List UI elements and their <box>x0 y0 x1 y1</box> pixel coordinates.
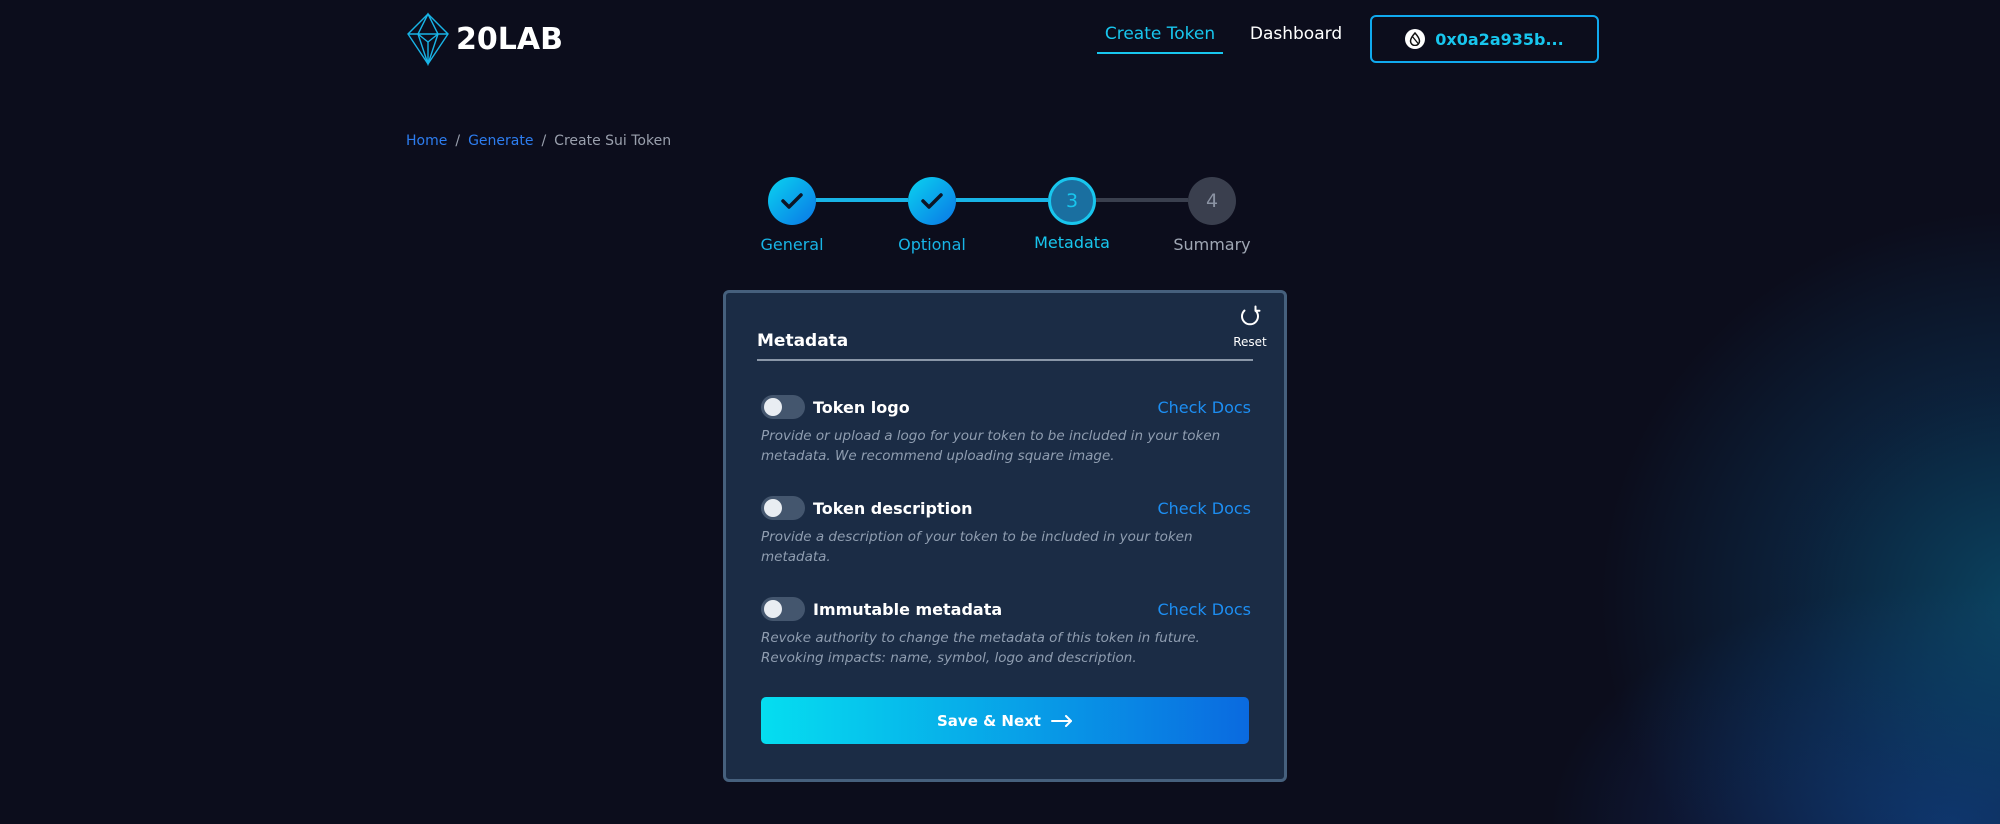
title-divider <box>757 359 1253 361</box>
check-icon <box>921 193 943 209</box>
token-logo-toggle[interactable] <box>761 395 805 419</box>
save-next-button[interactable]: Save & Next <box>761 697 1249 744</box>
option-token-description: Token description Check Docs Provide a d… <box>761 495 1251 567</box>
step-optional[interactable] <box>908 177 956 225</box>
step-metadata[interactable]: 3 <box>1048 177 1096 225</box>
save-next-label: Save & Next <box>937 711 1041 730</box>
nav-dashboard[interactable]: Dashboard <box>1246 24 1346 52</box>
step-label-summary: Summary <box>1173 235 1251 254</box>
breadcrumb-separator: / <box>541 133 547 149</box>
sui-drop-icon <box>1405 29 1426 49</box>
step-connector <box>816 198 908 202</box>
option-description: Provide a description of your token to b… <box>761 529 1193 565</box>
step-number: 4 <box>1205 190 1219 212</box>
step-connector <box>956 198 1048 202</box>
option-label: Token logo <box>813 397 910 417</box>
wallet-button[interactable]: 0x0a2a935b... <box>1370 15 1599 63</box>
step-summary[interactable]: 4 <box>1188 177 1236 225</box>
reset-label: Reset <box>1233 335 1267 349</box>
arrow-right-icon <box>1050 714 1072 727</box>
step-general[interactable] <box>768 177 816 225</box>
brand-logo[interactable]: 20LAB <box>406 12 563 66</box>
check-docs-link[interactable]: Check Docs <box>1157 499 1251 518</box>
option-token-logo: Token logo Check Docs Provide or upload … <box>761 394 1251 466</box>
breadcrumb-generate[interactable]: Generate <box>468 133 533 149</box>
breadcrumb-home[interactable]: Home <box>406 133 447 149</box>
step-label-metadata: Metadata <box>1034 233 1110 252</box>
option-description: Revoke authority to change the metadata … <box>761 630 1200 666</box>
breadcrumb-current: Create Sui Token <box>554 133 672 149</box>
wallet-address: 0x0a2a935b... <box>1435 29 1564 49</box>
option-description: Provide or upload a logo for your token … <box>761 428 1221 464</box>
step-number: 3 <box>1065 190 1079 212</box>
toggle-knob <box>764 600 782 618</box>
breadcrumb-separator: / <box>455 133 461 149</box>
option-immutable-metadata: Immutable metadata Check Docs Revoke aut… <box>761 596 1251 668</box>
immutable-metadata-toggle[interactable] <box>761 597 805 621</box>
check-docs-link[interactable]: Check Docs <box>1157 398 1251 417</box>
step-connector <box>1096 198 1188 202</box>
card-title: Metadata <box>757 331 849 351</box>
nav-create-token[interactable]: Create Token <box>1097 24 1223 54</box>
option-label: Token description <box>813 498 973 518</box>
check-icon <box>781 193 803 209</box>
logo-icon <box>407 12 449 66</box>
option-label: Immutable metadata <box>813 599 1003 619</box>
step-label-optional: Optional <box>898 235 966 254</box>
brand-name: 20LAB <box>456 21 563 57</box>
step-label-general: General <box>760 235 824 254</box>
reset-icon <box>1241 305 1261 326</box>
check-docs-link[interactable]: Check Docs <box>1157 600 1251 619</box>
toggle-knob <box>764 398 782 416</box>
breadcrumb: Home / Generate / Create Sui Token <box>406 133 671 149</box>
reset-button[interactable]: Reset <box>1230 305 1270 349</box>
metadata-card: Reset Metadata Token logo Check Docs Pro… <box>723 290 1287 782</box>
toggle-knob <box>764 499 782 517</box>
token-description-toggle[interactable] <box>761 496 805 520</box>
